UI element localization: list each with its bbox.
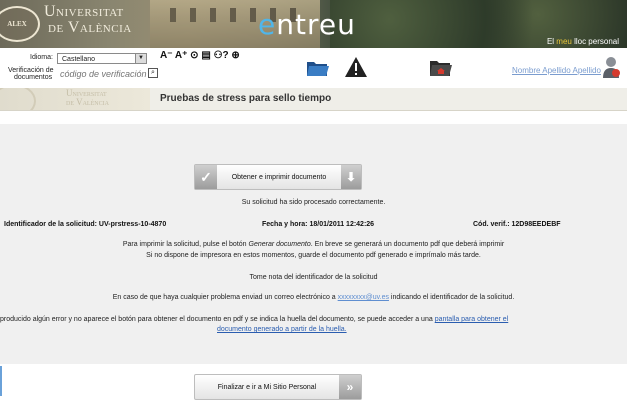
page-title-bar: Universitat de València Pruebas de stress… xyxy=(0,88,627,111)
university-watermark-logo: Universitat de València xyxy=(0,88,150,110)
language-select[interactable]: Castellano ▼ xyxy=(57,53,147,64)
header-banner: ALEX Universitat de València entreu El m… xyxy=(0,0,627,48)
request-identifier: Identificador de la solicitud: UV-prstre… xyxy=(4,221,167,228)
chevron-down-icon[interactable]: ▼ xyxy=(135,54,146,63)
problem-contact: En caso de que haya cualquier problema e… xyxy=(112,294,515,301)
language-label: Idioma: xyxy=(30,54,53,61)
toolbar: Idioma: Castellano ▼ Verificación de doc… xyxy=(0,48,627,88)
support-email-link[interactable]: xxxxxxxx@uv.es xyxy=(338,294,389,301)
university-seal-logo: ALEX xyxy=(0,6,40,42)
double-chevron-right-icon: » xyxy=(339,375,361,399)
finish-button[interactable]: Finalizar e ir a Mi Sitio Personal » xyxy=(194,374,362,400)
page-title: Pruebas de stress para sello tiempo xyxy=(160,93,332,104)
print-instructions-line2: Si no dispone de impresora en estos mome… xyxy=(146,252,481,259)
request-datetime: Fecha y hora: 18/01/2011 12:42:26 xyxy=(262,221,375,228)
warning-icon[interactable] xyxy=(344,56,368,78)
fingerprint-page-link[interactable]: pantalla para obtener el xyxy=(435,316,509,323)
generate-document-button[interactable]: ✓ Obtener e imprimir documento ⬇ xyxy=(194,164,362,190)
verification-code-input[interactable] xyxy=(60,68,148,80)
note-identifier: Tome nota del identificador de la solici… xyxy=(249,274,378,281)
university-name-line1: Universitat xyxy=(44,3,124,20)
user-avatar-icon[interactable] xyxy=(602,56,620,78)
error-help-line2: documento generado a partir de la huella… xyxy=(217,326,347,333)
fingerprint-page-link-cont[interactable]: documento generado a partir de la huella… xyxy=(217,326,347,333)
accessibility-tools[interactable]: A⁻ A⁺ ⊙ ▤ ⚇? ⊕ xyxy=(160,50,240,61)
download-arrow-icon: ⬇ xyxy=(341,165,361,189)
print-instructions-line1: Para imprimir la solicitud, pulse el bot… xyxy=(122,241,505,248)
university-name-line2: de València xyxy=(48,19,132,36)
user-name-link[interactable]: Nombre Apellido Apellido xyxy=(512,66,601,75)
verification-code: Cód. verif.: 12D98EEDEBF xyxy=(473,221,561,228)
error-help-line1: producido algún error y no aparece el bo… xyxy=(0,316,509,323)
left-edge-marker xyxy=(0,366,2,396)
home-folder-icon[interactable] xyxy=(428,56,452,78)
status-message: Su solicitud ha sido procesado correctam… xyxy=(241,199,386,206)
search-icon[interactable]: ⌕ xyxy=(148,68,158,78)
verification-label: Verificación de documentos xyxy=(8,67,54,81)
check-icon: ✓ xyxy=(195,165,217,189)
university-logo-text[interactable]: Universitat de València xyxy=(44,4,132,36)
personal-site-tagline: El meu lloc personal xyxy=(546,37,619,46)
result-panel: ✓ Obtener e imprimir documento ⬇ Su soli… xyxy=(0,124,627,364)
folder-icon[interactable] xyxy=(305,56,329,78)
app-logo[interactable]: entreu xyxy=(258,8,356,41)
